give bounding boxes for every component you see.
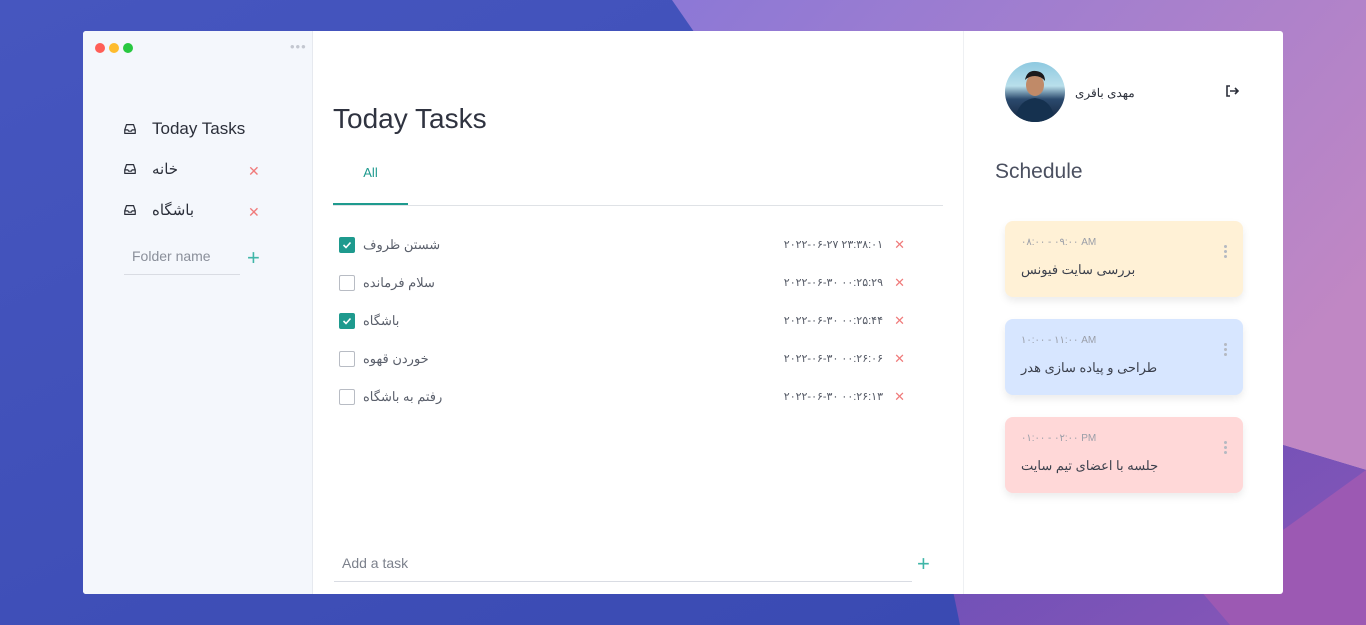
- schedule-card[interactable]: ۰۸:۰۰ - ۰۹:۰۰ AM بررسی سایت فیونس: [1005, 221, 1243, 297]
- task-timestamp: ۲۰۲۲-۰۶-۳۰ ۰۰:۲۵:۴۴: [783, 315, 883, 327]
- user-name: مهدی باقری: [1075, 86, 1135, 100]
- task-title: شستن ظروف: [363, 237, 441, 252]
- add-folder-plus-icon[interactable]: +: [247, 245, 260, 271]
- person-photo-icon: [1015, 70, 1055, 122]
- delete-task-icon[interactable]: ✕: [894, 275, 905, 291]
- delete-folder-icon[interactable]: ✕: [248, 204, 260, 221]
- task-timestamp: ۲۰۲۲-۰۶-۳۰ ۰۰:۲۵:۲۹: [783, 277, 883, 289]
- task-title: خوردن قهوه: [363, 351, 429, 366]
- delete-task-icon[interactable]: ✕: [894, 237, 905, 253]
- schedule-event-title: بررسی سایت فیونس: [1021, 262, 1136, 277]
- logout-icon[interactable]: [1224, 83, 1240, 99]
- window-controls: [95, 43, 133, 53]
- sidebar-item-today-tasks[interactable]: Today Tasks: [123, 119, 263, 139]
- task-checkbox[interactable]: [339, 351, 355, 367]
- delete-folder-icon[interactable]: ✕: [248, 163, 260, 180]
- schedule-title: Schedule: [995, 160, 1083, 183]
- schedule-time: ۰۸:۰۰ - ۰۹:۰۰ AM: [1021, 237, 1097, 248]
- task-checkbox[interactable]: [339, 275, 355, 291]
- sidebar-item-label: خانه: [152, 161, 179, 178]
- inbox-icon: [124, 124, 136, 134]
- inbox-icon: [124, 205, 136, 215]
- task-title: باشگاه: [363, 313, 400, 328]
- add-task-plus-icon[interactable]: +: [917, 551, 930, 577]
- inbox-icon: [124, 164, 136, 174]
- folder-name-input[interactable]: Folder name: [124, 241, 240, 275]
- tab-bar: All: [333, 151, 943, 206]
- delete-task-icon[interactable]: ✕: [894, 351, 905, 367]
- sidebar-item-label: باشگاه: [152, 202, 195, 219]
- task-timestamp: ۲۰۲۲-۰۶-۳۰ ۰۰:۲۶:۰۶: [783, 353, 883, 365]
- minimize-window-button[interactable]: [109, 43, 119, 53]
- delete-task-icon[interactable]: ✕: [894, 389, 905, 405]
- page-title: Today Tasks: [333, 103, 487, 134]
- add-task-input[interactable]: Add a task: [334, 547, 912, 582]
- card-menu-icon[interactable]: [1224, 441, 1227, 456]
- task-timestamp: ۲۰۲۲-۰۶-۳۰ ۰۰:۲۶:۱۳: [783, 391, 883, 403]
- schedule-event-title: طراحی و پیاده سازی هدر: [1021, 360, 1158, 375]
- sidebar-item-label: Today Tasks: [152, 119, 246, 138]
- schedule-card[interactable]: ۰۱:۰۰ - ۰۲:۰۰ PM جلسه با اعضای تیم سایت: [1005, 417, 1243, 493]
- card-menu-icon[interactable]: [1224, 343, 1227, 358]
- schedule-event-title: جلسه با اعضای تیم سایت: [1021, 458, 1159, 473]
- more-options-icon[interactable]: •••: [290, 39, 307, 54]
- task-title: رفتم به باشگاه: [363, 389, 443, 404]
- task-title: سلام فرمانده: [363, 275, 435, 290]
- delete-task-icon[interactable]: ✕: [894, 313, 905, 329]
- tab-all[interactable]: All: [333, 151, 408, 205]
- task-row: سلام فرمانده ۲۰۲۲-۰۶-۳۰ ۰۰:۲۵:۲۹ ✕: [339, 273, 923, 297]
- avatar: [1005, 62, 1065, 122]
- sidebar-item-gym[interactable]: باشگاه: [123, 201, 263, 219]
- right-panel: مهدی باقری Schedule ۰۸:۰۰ - ۰۹:۰۰ AM برر…: [963, 31, 1283, 594]
- close-window-button[interactable]: [95, 43, 105, 53]
- task-checkbox[interactable]: [339, 313, 355, 329]
- task-row: رفتم به باشگاه ۲۰۲۲-۰۶-۳۰ ۰۰:۲۶:۱۳ ✕: [339, 387, 923, 411]
- task-row: باشگاه ۲۰۲۲-۰۶-۳۰ ۰۰:۲۵:۴۴ ✕: [339, 311, 923, 335]
- main-panel: Today Tasks All شستن ظروف ۲۰۲۲-۰۶-۲۷ ۲۳:…: [313, 31, 963, 594]
- sidebar-item-home[interactable]: خانه: [123, 160, 263, 178]
- sidebar: ••• Today Tasks خانه ✕ باشگاه ✕ Folder n…: [83, 31, 313, 594]
- task-timestamp: ۲۰۲۲-۰۶-۲۷ ۲۳:۳۸:۰۱: [783, 239, 883, 251]
- task-row: خوردن قهوه ۲۰۲۲-۰۶-۳۰ ۰۰:۲۶:۰۶ ✕: [339, 349, 923, 373]
- schedule-time: ۰۱:۰۰ - ۰۲:۰۰ PM: [1021, 433, 1097, 444]
- maximize-window-button[interactable]: [123, 43, 133, 53]
- card-menu-icon[interactable]: [1224, 245, 1227, 260]
- schedule-time: ۱۰:۰۰ - ۱۱:۰۰ AM: [1021, 335, 1097, 346]
- schedule-card[interactable]: ۱۰:۰۰ - ۱۱:۰۰ AM طراحی و پیاده سازی هدر: [1005, 319, 1243, 395]
- task-checkbox[interactable]: [339, 389, 355, 405]
- app-window: ••• Today Tasks خانه ✕ باشگاه ✕ Folder n…: [83, 31, 1283, 594]
- task-checkbox[interactable]: [339, 237, 355, 253]
- task-row: شستن ظروف ۲۰۲۲-۰۶-۲۷ ۲۳:۳۸:۰۱ ✕: [339, 235, 923, 259]
